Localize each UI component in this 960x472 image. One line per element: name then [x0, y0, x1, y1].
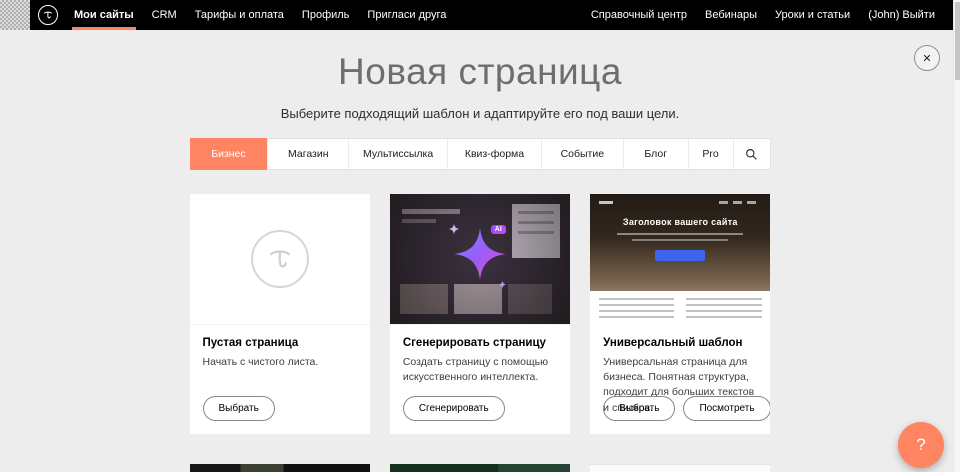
nav-item-profile[interactable]: Профиль: [293, 0, 359, 30]
tab-quiz-form[interactable]: Квиз-форма: [448, 139, 542, 169]
tab-search[interactable]: [734, 139, 770, 169]
sparkle-icon: [498, 280, 507, 289]
nav-item-help-center[interactable]: Справочный центр: [582, 0, 696, 30]
template-cards-row: Пустая страница Начать с чистого листа. …: [190, 194, 771, 434]
preview-hero: Заголовок вашего сайта: [590, 194, 770, 291]
tab-pro[interactable]: Pro: [689, 139, 734, 169]
preview-subtext-line: [632, 239, 728, 241]
card-title: Сгенерировать страницу: [403, 337, 557, 349]
template-card-partial[interactable]: [390, 464, 570, 472]
tab-event[interactable]: Событие: [542, 139, 624, 169]
blank-preview: [190, 194, 370, 325]
nav-item-webinars[interactable]: Вебинары: [696, 0, 766, 30]
top-navbar: Мои сайты CRM Тарифы и оплата Профиль Пр…: [0, 0, 960, 30]
generate-button[interactable]: Сгенерировать: [403, 396, 505, 421]
card-title: Универсальный шаблон: [603, 337, 757, 349]
nav-item-my-sites[interactable]: Мои сайты: [65, 0, 143, 30]
card-description: Создать страницу с помощью искусственног…: [403, 355, 557, 385]
preview-text-column: [599, 298, 674, 318]
generate-preview: AI: [390, 194, 570, 325]
tab-multilink[interactable]: Мультиссылка: [349, 139, 448, 169]
view-universal-button[interactable]: Посмотреть: [683, 396, 770, 421]
card-description: Начать с чистого листа.: [203, 355, 357, 370]
template-cards-row-2: [190, 464, 771, 472]
card-title: Пустая страница: [203, 337, 357, 349]
ai-badge: AI: [491, 225, 506, 234]
help-button[interactable]: ?: [898, 422, 944, 468]
template-category-tabs: Бизнес Магазин Мультиссылка Квиз-форма С…: [190, 138, 771, 170]
main-nav: Мои сайты CRM Тарифы и оплата Профиль Пр…: [65, 0, 455, 30]
preview-heading: Заголовок вашего сайта: [590, 194, 770, 227]
nav-item-tariffs[interactable]: Тарифы и оплата: [186, 0, 293, 30]
template-card-blank[interactable]: Пустая страница Начать с чистого листа. …: [190, 194, 370, 434]
nav-item-crm[interactable]: CRM: [143, 0, 186, 30]
preview-menu-bars: [719, 201, 761, 204]
preview-cta-button: [655, 250, 705, 261]
nav-item-lessons[interactable]: Уроки и статьи: [766, 0, 859, 30]
template-card-partial[interactable]: [190, 464, 370, 472]
tilda-logo-icon[interactable]: [38, 5, 58, 25]
page-title: Новая страница: [0, 51, 960, 93]
template-card-universal[interactable]: Заголовок вашего сайта Универсальный шаб…: [590, 194, 770, 434]
tab-business[interactable]: Бизнес: [190, 138, 269, 170]
choose-universal-button[interactable]: Выбрать: [603, 396, 675, 421]
template-card-partial[interactable]: [590, 464, 770, 472]
search-icon: [745, 148, 758, 161]
preview-logo-bar: [599, 201, 613, 204]
tab-blog[interactable]: Блог: [624, 139, 689, 169]
page-subtitle: Выберите подходящий шаблон и адаптируйте…: [0, 106, 960, 121]
tilda-mark-icon: [42, 9, 54, 21]
preview-subtext-line: [617, 233, 743, 235]
close-button[interactable]: ✕: [914, 45, 940, 71]
universal-preview: Заголовок вашего сайта: [590, 194, 770, 325]
tab-shop[interactable]: Магазин: [268, 139, 349, 169]
template-card-generate[interactable]: AI Сгенерировать страницу Создать страни…: [390, 194, 570, 434]
scrollbar-thumb[interactable]: [955, 2, 960, 80]
tilda-mark-circle-icon: [251, 230, 309, 288]
corner-texture: [0, 0, 30, 30]
ai-star-icon: [452, 226, 508, 282]
choose-blank-button[interactable]: Выбрать: [203, 396, 275, 421]
nav-item-invite-friend[interactable]: Пригласи друга: [358, 0, 455, 30]
scrollbar[interactable]: [953, 0, 960, 472]
preview-text-section: [590, 291, 770, 325]
preview-text-column: [686, 298, 761, 318]
secondary-nav: Справочный центр Вебинары Уроки и статьи…: [582, 0, 944, 30]
nav-item-account-logout[interactable]: (John) Выйти: [859, 0, 944, 30]
